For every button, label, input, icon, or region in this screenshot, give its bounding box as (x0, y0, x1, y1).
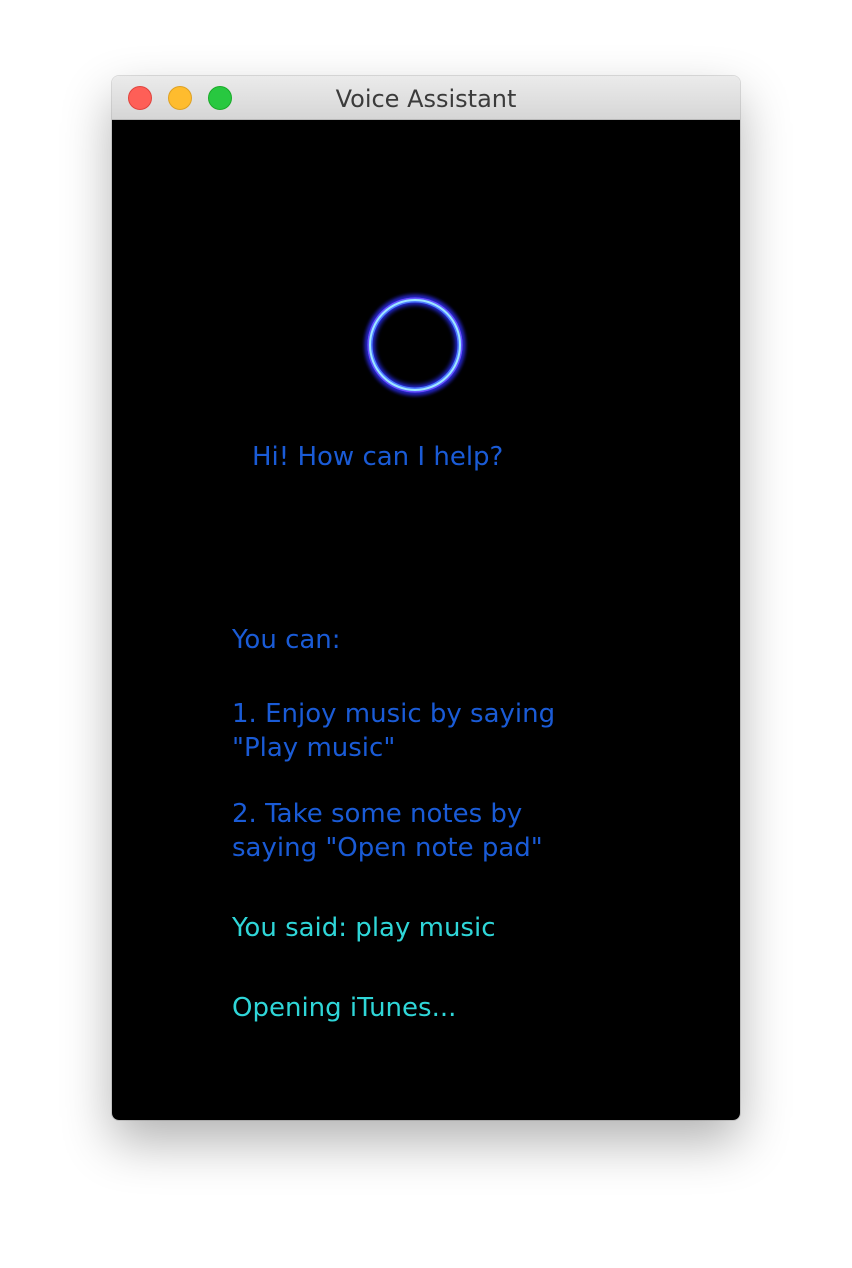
help-option-notes: 2. Take some notes by saying "Open note … (232, 799, 543, 863)
assistant-panel: Hi! How can I help? You can: 1. Enjoy mu… (112, 120, 740, 1120)
help-intro-text: You can: (232, 625, 341, 655)
window-title: Voice Assistant (335, 85, 517, 113)
recognized-speech-text: You said: play music (232, 913, 496, 943)
listening-orb-icon[interactable] (360, 290, 470, 400)
assistant-response-text: Opening iTunes... (232, 993, 457, 1023)
greeting-text: Hi! How can I help? (252, 442, 504, 472)
voice-assistant-window: Voice Assistant Hi! How can I help? You … (112, 76, 740, 1120)
help-option-music: 1. Enjoy music by saying "Play music" (232, 699, 556, 763)
title-bar[interactable]: Voice Assistant (112, 76, 740, 120)
